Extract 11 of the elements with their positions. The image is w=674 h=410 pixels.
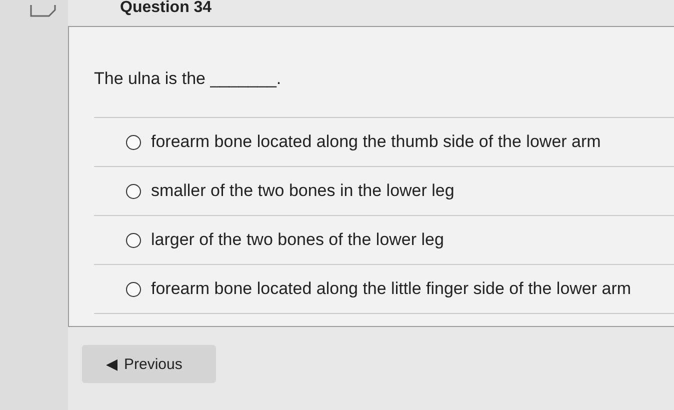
radio-button[interactable] (126, 134, 141, 150)
question-text: The ulna is the _______. (94, 69, 282, 89)
question-number: Question 34 (120, 0, 212, 16)
option-label: smaller of the two bones in the lower leg (151, 181, 454, 201)
option-label: larger of the two bones of the lower leg (151, 230, 444, 250)
option-label: forearm bone located along the little finger side of the lower arm (151, 279, 632, 299)
radio-button[interactable] (126, 282, 141, 296)
radio-button[interactable] (126, 184, 141, 198)
option-label: forearm bone located along the thumb side of the lower arm (151, 132, 601, 152)
previous-button[interactable]: ◀ Previous (82, 345, 216, 383)
radio-button[interactable] (126, 232, 141, 248)
